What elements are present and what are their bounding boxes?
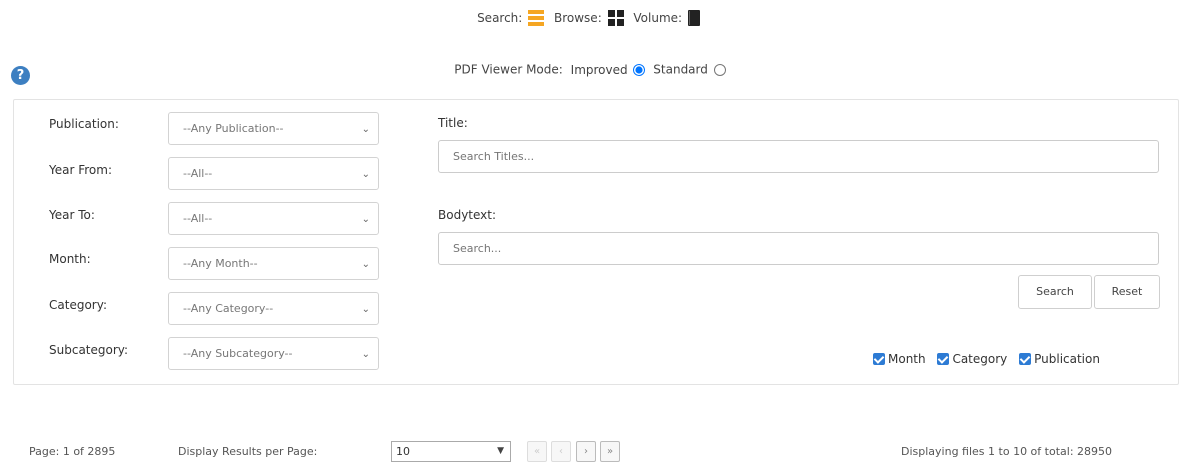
category-select[interactable]: --Any Category-- ⌄ [168,292,379,325]
chevron-down-icon: ⌄ [361,214,370,225]
subcategory-label: Subcategory: [49,343,129,357]
category-select-value: --Any Category-- [183,302,274,315]
title-search-input[interactable] [438,140,1159,173]
year-to-select[interactable]: --All-- ⌄ [168,202,379,235]
chevron-down-icon: ▼ [497,446,504,456]
per-page-select-value: 10 [396,445,410,458]
year-from-label: Year From: [49,163,112,177]
publication-select-value: --Any Publication-- [183,122,284,135]
year-to-label: Year To: [49,208,95,222]
group-by-category[interactable]: Category [937,352,1007,366]
group-by-month[interactable]: Month [873,352,926,366]
first-page-button[interactable]: « [527,441,547,462]
chevron-down-icon: ⌄ [361,304,370,315]
month-select[interactable]: --Any Month-- ⌄ [168,247,379,280]
publication-select[interactable]: --Any Publication-- ⌄ [168,112,379,145]
subcategory-select-value: --Any Subcategory-- [183,347,293,360]
publication-label: Publication: [49,117,119,131]
displaying-files-info: Displaying files 1 to 10 of total: 28950 [901,445,1113,458]
standard-label: Standard [653,62,708,77]
chevron-down-icon: ⌄ [361,349,370,360]
pdf-viewer-mode-label: PDF Viewer Mode: [454,62,563,77]
search-list-icon[interactable] [528,10,545,26]
group-by-publication-label: Publication [1034,351,1100,366]
view-mode-bar: Search: Browse: Volume: [0,10,1184,26]
bodytext-search-input[interactable] [438,232,1159,265]
search-mode-label: Search: [477,11,523,25]
category-label: Category: [49,298,107,312]
year-to-select-value: --All-- [183,212,213,225]
group-by-publication[interactable]: Publication [1019,352,1100,366]
per-page-select[interactable]: 10 ▼ [391,441,511,462]
year-from-select[interactable]: --All-- ⌄ [168,157,379,190]
chevron-down-icon: ⌄ [361,169,370,180]
search-button[interactable]: Search [1018,275,1092,309]
subcategory-select[interactable]: --Any Subcategory-- ⌄ [168,337,379,370]
page-info: Page: 1 of 2895 [29,445,116,458]
group-by-month-label: Month [888,351,926,366]
improved-radio[interactable] [633,63,646,76]
volume-mode-label: Volume: [633,11,683,25]
year-from-select-value: --All-- [183,167,213,180]
chevron-down-icon: ⌄ [361,259,370,270]
group-by-options: Month Category Publication [873,351,1108,366]
checkbox-checked-icon[interactable] [1019,353,1032,365]
per-page-label: Display Results per Page: [178,445,318,458]
browse-grid-icon[interactable] [607,10,624,26]
prev-page-button[interactable]: ‹ [551,441,571,462]
volume-book-icon[interactable] [687,10,701,26]
improved-label: Improved [570,62,628,77]
last-page-button[interactable]: » [600,441,620,462]
bodytext-label: Bodytext: [438,208,497,222]
standard-radio[interactable] [713,63,726,76]
group-by-category-label: Category [952,351,1008,366]
month-label: Month: [49,252,91,266]
checkbox-checked-icon[interactable] [937,353,950,365]
month-select-value: --Any Month-- [183,257,258,270]
reset-button[interactable]: Reset [1094,275,1160,309]
checkbox-checked-icon[interactable] [873,353,885,365]
title-label: Title: [438,116,468,130]
next-page-button[interactable]: › [576,441,596,462]
pdf-viewer-mode: PDF Viewer Mode: Improved Standard [0,62,1184,77]
browse-mode-label: Browse: [554,11,602,25]
chevron-down-icon: ⌄ [361,124,370,135]
